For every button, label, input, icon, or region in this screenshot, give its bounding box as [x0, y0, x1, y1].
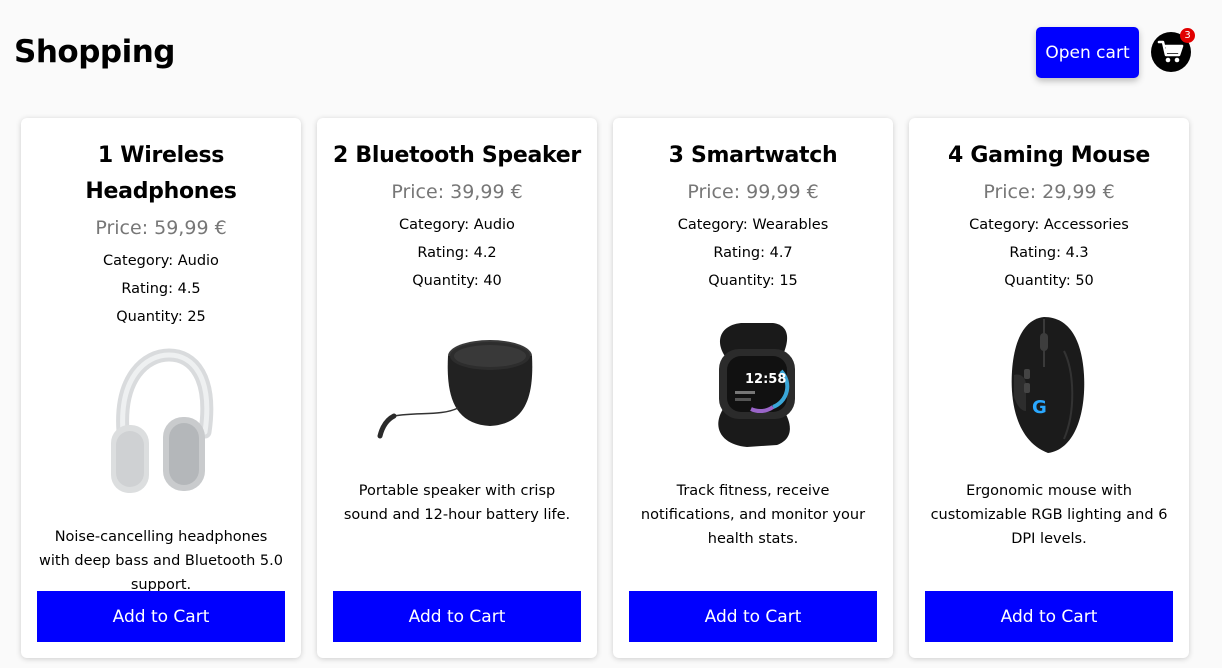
product-quantity: Quantity: 15 [708, 273, 798, 289]
gaming-mouse-image: G [925, 303, 1173, 469]
page-title: Shopping [14, 34, 175, 70]
product-price: Price: 99,99 € [687, 181, 819, 203]
product-title: 3 Smartwatch [668, 143, 838, 168]
product-price: Price: 29,99 € [983, 181, 1115, 203]
product-card: 4 Gaming Mouse Price: 29,99 € Category: … [909, 118, 1189, 658]
headphones-image [37, 339, 285, 505]
add-to-cart-button[interactable]: Add to Cart [629, 591, 877, 642]
add-to-cart-button[interactable]: Add to Cart [925, 591, 1173, 642]
product-description: Track fitness, receive notifications, an… [640, 483, 866, 547]
product-category: Category: Audio [399, 217, 515, 233]
product-title: 4 Gaming Mouse [948, 143, 1150, 168]
product-rating: Rating: 4.5 [121, 281, 201, 297]
product-card: 1 Wireless Headphones Price: 59,99 € Cat… [21, 118, 301, 658]
open-cart-button[interactable]: Open cart [1036, 27, 1139, 78]
product-category: Category: Wearables [677, 217, 829, 233]
product-title: 2 Bluetooth Speaker [333, 143, 581, 168]
product-list: 1 Wireless Headphones Price: 59,99 € Cat… [21, 118, 1189, 658]
speaker-image [333, 303, 581, 469]
product-description: Noise-cancelling headphones with deep ba… [39, 529, 283, 593]
product-card: 2 Bluetooth Speaker Price: 39,99 € Categ… [317, 118, 597, 658]
cart-count-badge: 3 [1180, 28, 1195, 43]
product-card: 3 Smartwatch Price: 99,99 € Category: We… [613, 118, 893, 658]
svg-text:G: G [1032, 397, 1047, 418]
product-rating: Rating: 4.3 [1009, 245, 1089, 261]
product-price: Price: 39,99 € [391, 181, 523, 203]
product-description: Ergonomic mouse with customizable RGB li… [930, 483, 1168, 547]
watch-time: 12:58 [745, 372, 786, 387]
add-to-cart-button[interactable]: Add to Cart [333, 591, 581, 642]
product-category: Category: Accessories [969, 217, 1129, 233]
add-to-cart-button[interactable]: Add to Cart [37, 591, 285, 642]
product-price: Price: 59,99 € [95, 217, 227, 239]
product-quantity: Quantity: 40 [412, 273, 502, 289]
smartwatch-image: 12:58 [629, 303, 877, 469]
product-rating: Rating: 4.7 [713, 245, 793, 261]
product-title: 1 Wireless Headphones [85, 143, 237, 204]
product-rating: Rating: 4.2 [417, 245, 497, 261]
header: Shopping Open cart 3 [0, 0, 1222, 110]
product-category: Category: Audio [103, 253, 219, 269]
product-quantity: Quantity: 50 [1004, 273, 1094, 289]
product-description: Portable speaker with crisp sound and 12… [343, 483, 571, 523]
product-quantity: Quantity: 25 [116, 309, 206, 325]
